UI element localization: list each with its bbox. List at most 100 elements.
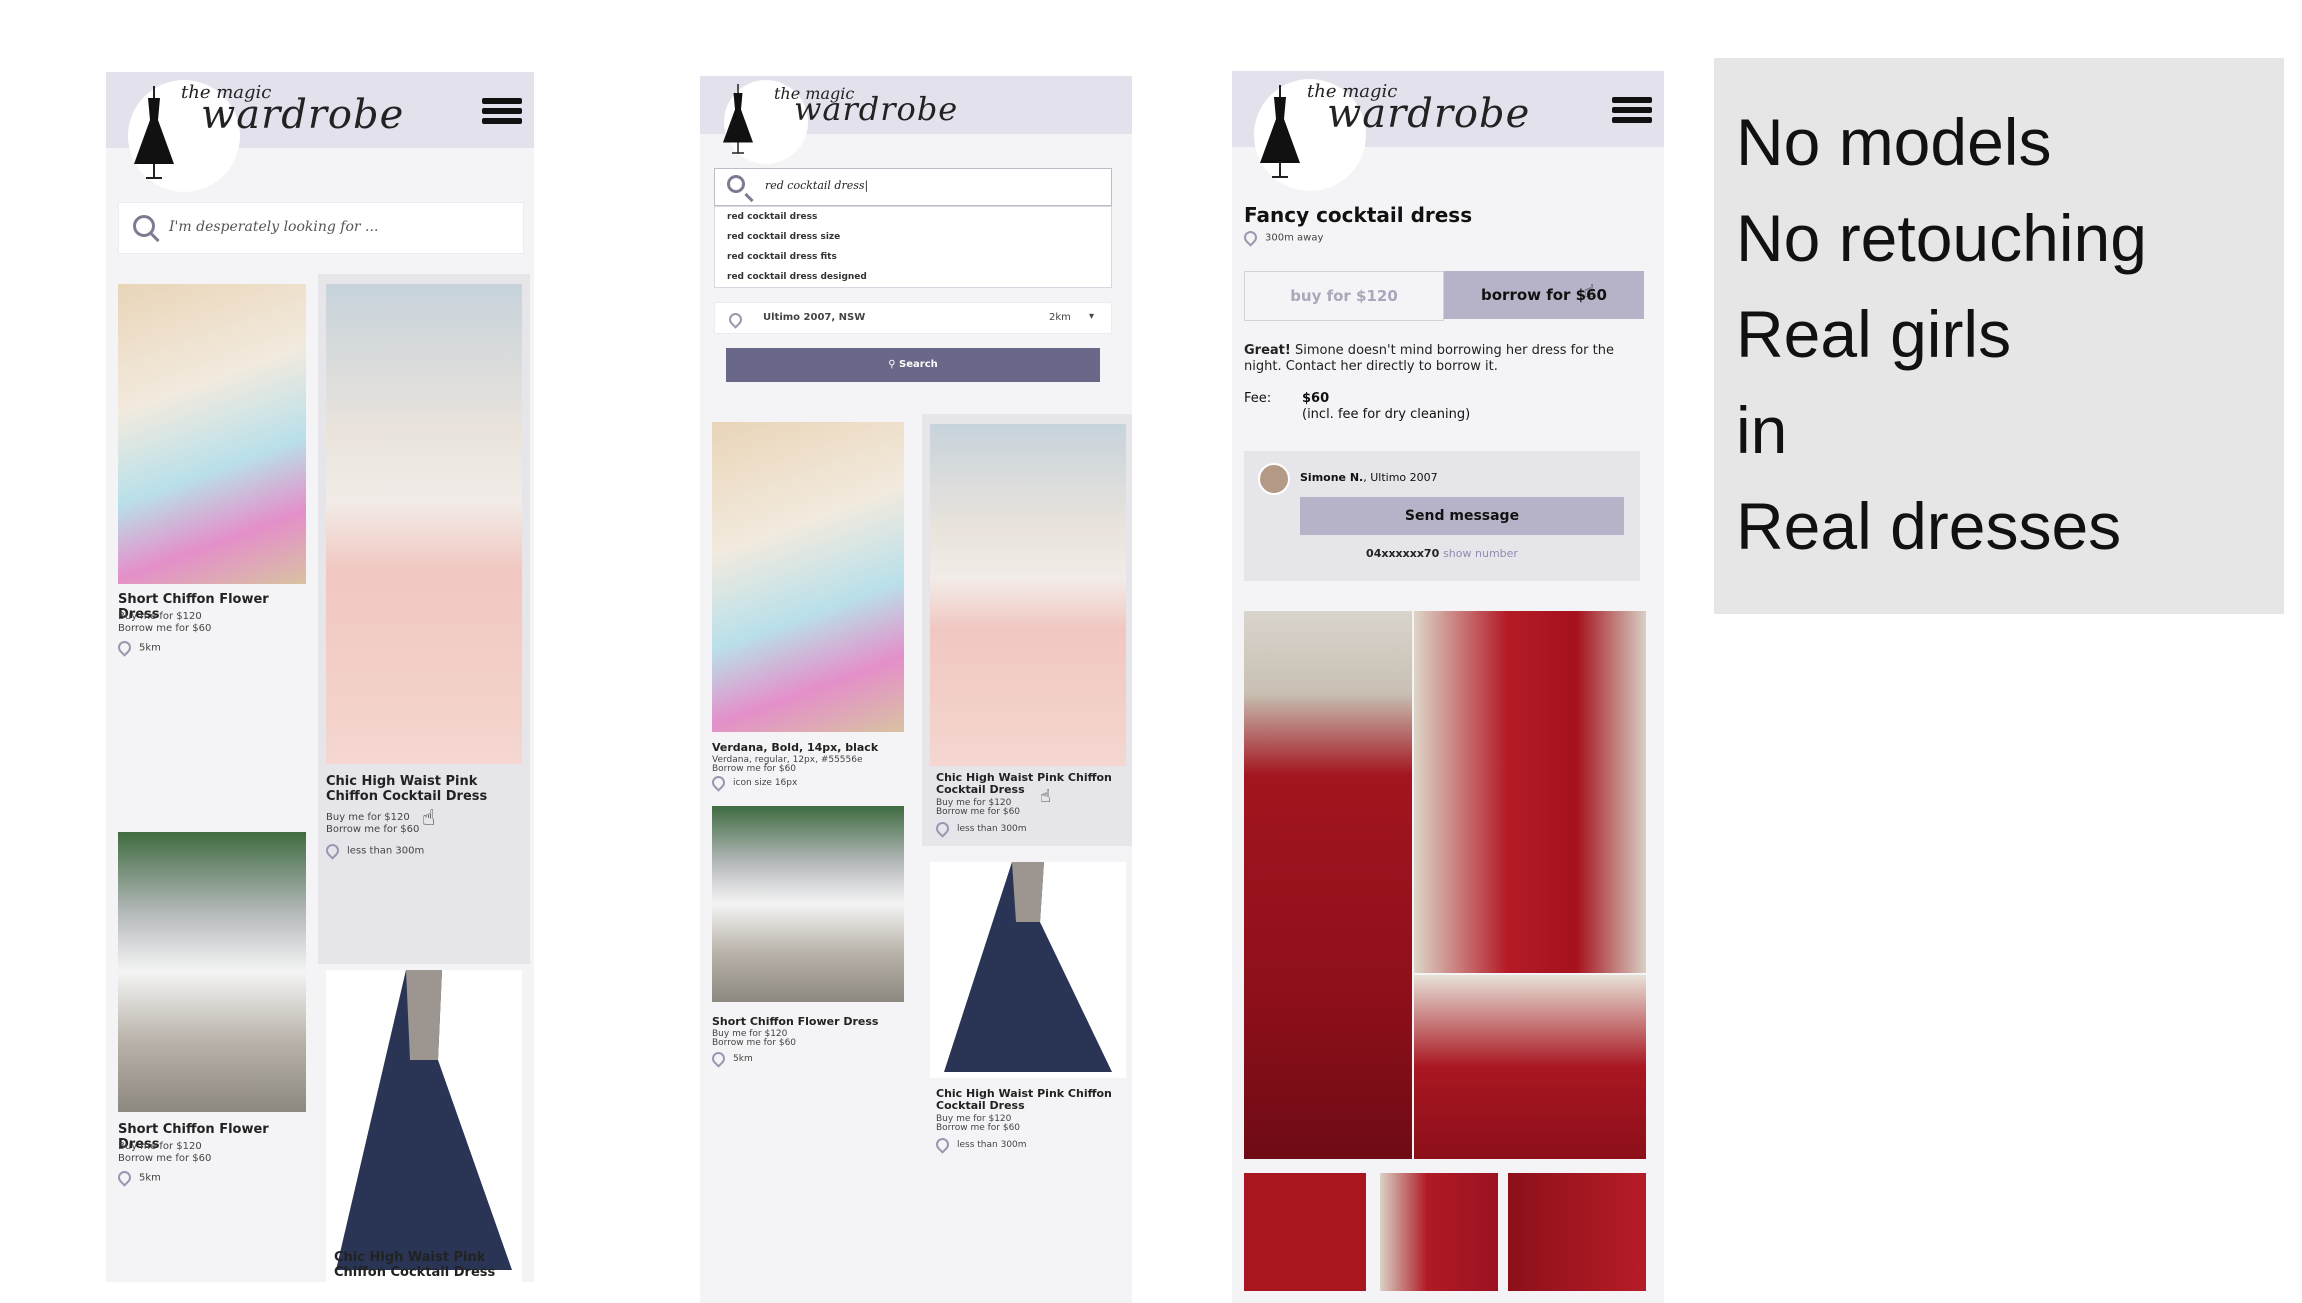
gallery-thumbnail[interactable]	[1508, 1173, 1646, 1291]
gallery-image[interactable]	[1414, 975, 1646, 1159]
gown-illustration	[944, 862, 1112, 1072]
product-image-white-dress	[712, 806, 904, 1002]
suggestion-item[interactable]: red cocktail dress fits	[715, 247, 1111, 267]
product-borrow-price: Borrow me for $60	[118, 623, 212, 634]
borrow-info-text: Great! Simone doesn't mind borrowing her…	[1244, 343, 1614, 374]
product-distance: less than 300m	[323, 841, 424, 860]
dress-logo-icon	[1260, 85, 1300, 178]
hand-cursor-icon: ☝	[1040, 786, 1051, 807]
location-pin-icon	[709, 773, 728, 792]
product-image-sequin-gown	[326, 970, 522, 1282]
product-borrow-price: Borrow me for $60	[936, 1123, 1021, 1133]
search-button[interactable]: ⚲ Search	[726, 348, 1100, 382]
gallery-thumbnail[interactable]	[1244, 1173, 1366, 1291]
product-image-sequin-gown	[930, 862, 1126, 1078]
hand-cursor-icon: ☝	[422, 806, 436, 831]
product-card[interactable]	[318, 970, 530, 1282]
tagline-panel: No models No retouching Real girls in Re…	[1714, 58, 2284, 614]
product-distance: 300m away	[1241, 228, 1323, 247]
chevron-down-icon[interactable]: ▾	[1089, 311, 1094, 323]
product-buy-price: Buy me for $120	[326, 812, 410, 823]
search-input[interactable]: I'm desperately looking for ...	[118, 202, 524, 254]
phone-number: 04xxxxxx70 show number	[1366, 547, 1518, 560]
tagline-line: No retouching	[1736, 201, 2147, 275]
send-message-button[interactable]: Send message	[1300, 497, 1624, 535]
product-buy-price: Buy me for $120	[118, 611, 202, 622]
search-input[interactable]: red cocktail dress|	[714, 168, 1112, 206]
dress-logo-icon	[723, 84, 753, 154]
hamburger-menu-icon[interactable]	[1612, 97, 1652, 123]
product-title: Chic High Waist Pink Chiffon Cocktail Dr…	[334, 1250, 496, 1280]
product-title: Chic High Waist Pink Chiffon Cocktail Dr…	[326, 774, 488, 804]
autocomplete-list: red cocktail dress red cocktail dress si…	[714, 206, 1112, 288]
product-title: Chic High Waist Pink Chiffon Cocktail Dr…	[936, 771, 1112, 796]
search-placeholder: I'm desperately looking for ...	[169, 219, 379, 235]
app-header: the magic wardrobe	[106, 72, 534, 192]
gallery-thumbnail[interactable]	[1380, 1173, 1498, 1291]
location-pin-icon	[726, 310, 745, 329]
product-card-selected[interactable]: Chic High Waist Pink Chiffon Cocktail Dr…	[318, 274, 530, 964]
search-icon	[727, 175, 745, 193]
suggestion-item[interactable]: red cocktail dress	[715, 207, 1111, 227]
product-card[interactable]: Verdana, Bold, 14px, black Verdana, regu…	[708, 422, 908, 802]
tagline-line: Real girls	[1736, 297, 2012, 371]
gallery-main-image[interactable]	[1244, 611, 1412, 1159]
product-title: Chic High Waist Pink Chiffon Cocktail Dr…	[936, 1087, 1112, 1112]
radius-select[interactable]: 2km	[1049, 312, 1071, 324]
screen-product-detail: the magic wardrobe Fancy cocktail dress …	[1232, 71, 1664, 1303]
product-borrow-price: Borrow me for $60	[936, 807, 1021, 817]
product-card[interactable]: Chic High Waist Pink Chiffon Cocktail Dr…	[922, 862, 1132, 1252]
location-pin-icon	[709, 1049, 728, 1068]
fee-value: $60 (incl. fee for dry cleaning)	[1302, 391, 1471, 422]
product-image-pink-dress	[326, 284, 522, 764]
screen-home: the magic wardrobe I'm desperately looki…	[106, 72, 534, 1282]
hamburger-menu-icon[interactable]	[482, 98, 522, 124]
product-image-floral-dress	[712, 422, 904, 732]
product-card[interactable]: Short Chiffon Flower Dress Buy me for $1…	[114, 284, 310, 657]
fee-label: Fee:	[1244, 391, 1272, 406]
tab-buy[interactable]: buy for $120	[1244, 271, 1444, 321]
product-card[interactable]: Short Chiffon Flower Dress Buy me for $1…	[708, 806, 908, 1106]
tagline-line: in	[1736, 393, 1788, 467]
hand-cursor-icon: ☝	[1584, 281, 1595, 302]
gown-illustration	[336, 970, 512, 1270]
product-distance: less than 300m	[933, 1135, 1027, 1154]
search-icon: ⚲	[888, 359, 900, 370]
product-borrow-price: Borrow me for $60	[326, 824, 420, 835]
app-header: the magic wardrobe	[1232, 71, 1664, 191]
product-buy-price: Buy me for $120	[118, 1141, 202, 1152]
location-pin-icon	[115, 638, 134, 657]
product-borrow-price: Borrow me for $60	[712, 764, 797, 774]
location-pin-icon	[323, 841, 342, 860]
product-distance: 5km	[115, 1168, 161, 1187]
app-header: the magic wardrobe	[700, 76, 1132, 164]
contact-card: Simone N., Ultimo 2007 Send message 04xx…	[1244, 451, 1640, 581]
product-image-floral-dress	[118, 284, 306, 584]
location-pin-icon	[933, 1135, 952, 1154]
product-distance: 5km	[115, 638, 161, 657]
product-card-selected[interactable]: Chic High Waist Pink Chiffon Cocktail Dr…	[922, 414, 1132, 846]
product-card[interactable]: Short Chiffon Flower Dress Buy me for $1…	[114, 832, 310, 1282]
avatar	[1258, 463, 1290, 495]
product-title: Fancy cocktail dress	[1244, 203, 1473, 227]
tagline-line: No models	[1736, 105, 2052, 179]
search-icon	[133, 215, 155, 237]
location-value: Ultimo 2007, NSW	[763, 312, 866, 323]
tagline-line: Real dresses	[1736, 489, 2122, 563]
gallery-image[interactable]	[1414, 611, 1646, 973]
product-distance: 5km	[709, 1049, 753, 1068]
product-title: Verdana, Bold, 14px, black	[712, 741, 879, 754]
dress-logo-icon	[134, 86, 174, 179]
tab-borrow[interactable]: borrow for $60	[1444, 271, 1644, 319]
brand-name: wardrobe	[201, 92, 405, 138]
product-image-white-dress	[118, 832, 306, 1112]
product-image-pink-dress	[930, 424, 1126, 766]
suggestion-item[interactable]: red cocktail dress size	[715, 227, 1111, 247]
brand-name: wardrobe	[794, 90, 959, 128]
product-borrow-price: Borrow me for $60	[118, 1153, 212, 1164]
location-field[interactable]: Ultimo 2007, NSW 2km ▾	[714, 302, 1112, 334]
search-value: red cocktail dress|	[765, 179, 869, 192]
show-number-link[interactable]: show number	[1443, 547, 1518, 560]
suggestion-item[interactable]: red cocktail dress designed	[715, 267, 1111, 287]
location-pin-icon	[115, 1168, 134, 1187]
